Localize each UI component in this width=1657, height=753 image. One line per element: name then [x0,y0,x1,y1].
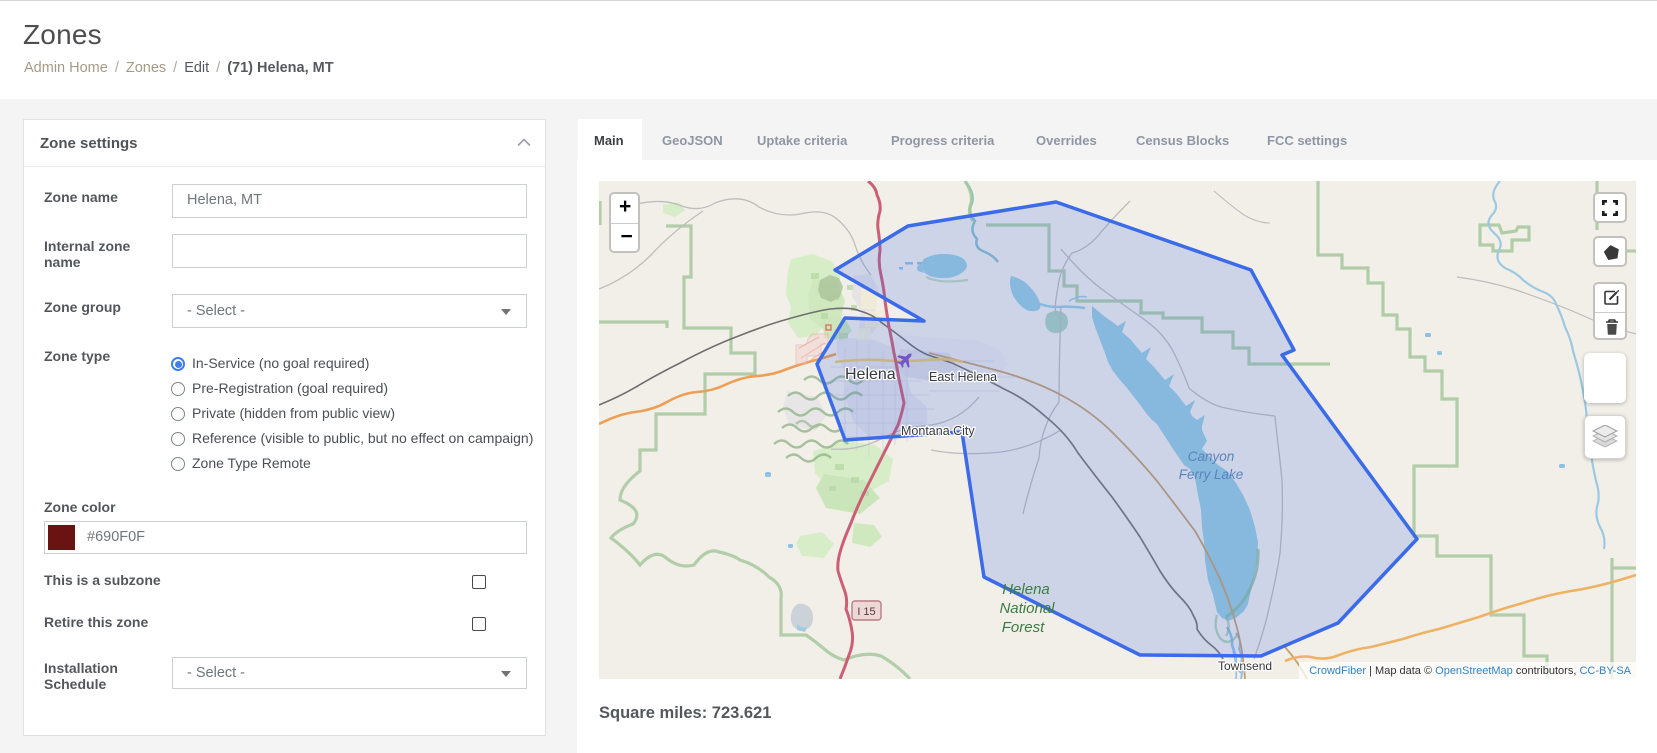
svg-text:Forest: Forest [1002,619,1045,636]
svg-text:Canyon: Canyon [1188,449,1235,464]
svg-text:East Helena: East Helena [929,370,997,384]
svg-text:Montana City: Montana City [901,424,975,438]
svg-text:National: National [999,600,1055,617]
svg-text:Helena: Helena [1002,581,1050,598]
svg-text:I 15: I 15 [857,606,875,618]
svg-text:Helena: Helena [845,366,896,383]
svg-text:Townsend: Townsend [1218,659,1272,673]
svg-text:CrowdFiber | Map data © OpenSt: CrowdFiber | Map data © OpenStreetMap co… [1309,665,1631,677]
svg-text:Ferry Lake: Ferry Lake [1179,467,1244,482]
